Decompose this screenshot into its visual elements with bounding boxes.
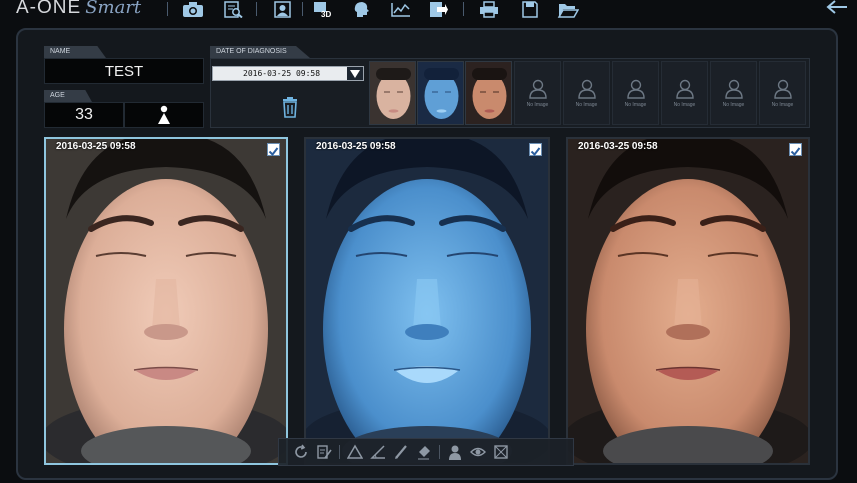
save-icon[interactable] [517, 0, 543, 18]
eraser-icon[interactable] [414, 443, 434, 461]
no-image-label: No Image [575, 101, 598, 108]
no-image-label: No Image [624, 101, 647, 108]
diagnosis-date-label: DATE OF DIAGNOSIS [210, 46, 310, 58]
user-placeholder-icon [577, 79, 596, 99]
no-image-label: No Image [673, 101, 696, 108]
diagnosis-date-dropdown[interactable]: 2016-03-25 09:58 [212, 66, 364, 81]
gender-box [124, 102, 204, 128]
checkmark-icon [268, 147, 279, 157]
thumbnail-empty[interactable]: No Image [563, 61, 610, 125]
face-photo-uv [306, 139, 548, 463]
no-image-label: No Image [722, 101, 745, 108]
app-logo: A-ONE Smart [16, 0, 141, 19]
thumbnail-empty[interactable]: No Image [759, 61, 806, 125]
photo-select-checkbox[interactable] [529, 143, 542, 157]
crop-icon[interactable] [491, 443, 511, 461]
photo-select-checkbox[interactable] [267, 143, 280, 157]
tool-separator [439, 445, 440, 459]
rotate-icon[interactable] [291, 443, 311, 461]
photo-timestamp: 2016-03-25 09:58 [316, 141, 396, 152]
name-label: NAME [44, 46, 106, 58]
toolbar-separator [302, 2, 303, 16]
eye-icon[interactable] [468, 443, 488, 461]
user-placeholder-icon [626, 79, 645, 99]
user-placeholder-icon [675, 79, 694, 99]
analysis-toolbar [278, 438, 574, 466]
user-placeholder-icon [773, 79, 792, 99]
photo-select-checkbox[interactable] [789, 143, 802, 157]
edit-note-icon[interactable] [314, 443, 334, 461]
toolbar-separator [256, 2, 257, 16]
angle-icon[interactable] [368, 443, 388, 461]
face-photo-polarized [568, 139, 808, 463]
face-profile-icon[interactable] [348, 0, 374, 18]
user-placeholder-icon [528, 79, 547, 99]
age-value: 33 [44, 102, 124, 128]
patient-card-icon[interactable] [270, 0, 296, 18]
search-document-icon[interactable] [220, 0, 246, 18]
chart-icon[interactable] [388, 0, 414, 18]
age-label: AGE [44, 90, 92, 102]
camera-icon[interactable] [180, 0, 206, 18]
photo-timestamp: 2016-03-25 09:58 [56, 141, 136, 152]
print-icon[interactable] [476, 0, 502, 18]
pen-icon[interactable] [391, 443, 411, 461]
photo-panel-uv[interactable]: 2016-03-25 09:58 [304, 137, 550, 465]
export-icon[interactable] [425, 0, 451, 18]
checkmark-icon [530, 147, 541, 157]
3d-icon[interactable]: 3D [310, 0, 336, 18]
thumbnail-uv[interactable] [417, 61, 464, 125]
logo-main: A-ONE [16, 0, 82, 18]
toolbar-separator [167, 2, 168, 16]
thumbnail-empty[interactable]: No Image [612, 61, 659, 125]
no-image-label: No Image [771, 101, 794, 108]
logo-script: Smart [85, 0, 142, 18]
name-value: TEST [44, 58, 204, 84]
3d-badge: 3D [321, 10, 331, 18]
face-photo-normal [46, 139, 286, 463]
trash-icon[interactable] [279, 96, 301, 118]
photo-panel-polarized[interactable]: 2016-03-25 09:58 [566, 137, 810, 465]
person-icon [158, 105, 170, 124]
thumbnail-empty[interactable]: No Image [710, 61, 757, 125]
checkmark-icon [790, 147, 801, 157]
top-toolbar: A-ONE Smart 3D [0, 0, 857, 22]
toolbar-separator [463, 2, 464, 16]
open-folder-icon[interactable] [555, 0, 581, 18]
tool-separator [339, 445, 340, 459]
triangle-icon[interactable] [345, 443, 365, 461]
photo-panel-normal[interactable]: 2016-03-25 09:58 [44, 137, 288, 465]
no-image-label: No Image [526, 101, 549, 108]
thumbnail-empty[interactable]: No Image [661, 61, 708, 125]
person-silhouette-icon[interactable] [445, 443, 465, 461]
thumbnail-polarized[interactable] [465, 61, 512, 125]
back-arrow-icon[interactable] [825, 0, 849, 18]
user-placeholder-icon [724, 79, 743, 99]
selected-date: 2016-03-25 09:58 [243, 69, 321, 78]
thumbnail-empty[interactable]: No Image [514, 61, 561, 125]
chevron-down-icon[interactable] [347, 67, 363, 80]
photo-timestamp: 2016-03-25 09:58 [578, 141, 658, 152]
thumbnail-normal[interactable] [369, 61, 416, 125]
